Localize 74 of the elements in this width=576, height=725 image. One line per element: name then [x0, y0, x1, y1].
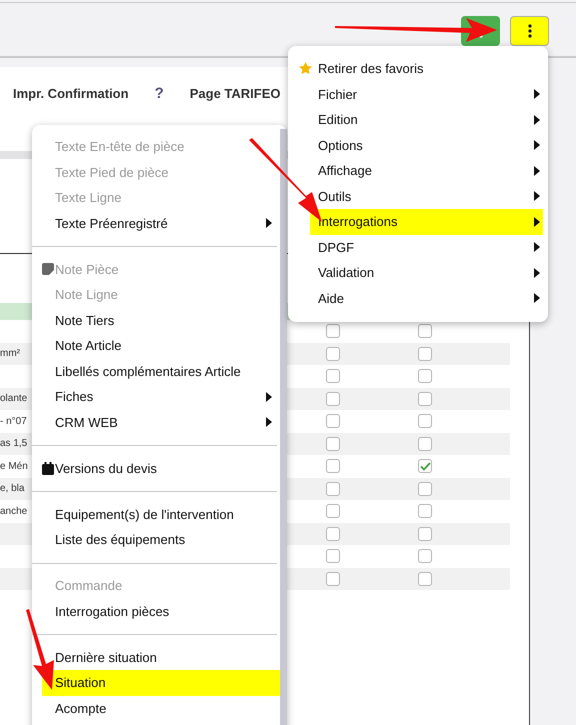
submenu-arrow-icon [266, 392, 272, 402]
menu-item[interactable]: Validation [310, 260, 543, 286]
menu-item[interactable]: Edition [310, 107, 543, 132]
submenu-arrow-icon [266, 417, 272, 428]
submenu-arrow-icon [534, 191, 540, 202]
checkbox[interactable] [418, 414, 432, 428]
star-icon [298, 61, 313, 76]
submenu-arrow-icon [534, 140, 540, 150]
menu-item[interactable]: Dernière situation [42, 644, 280, 670]
submenu-arrow-icon [534, 114, 540, 125]
toolbar-link[interactable]: Impr. Confirmation [13, 86, 129, 100]
menu-item[interactable]: Interrogations [310, 209, 543, 234]
menu-item[interactable]: Aide [310, 286, 543, 311]
menu-item[interactable]: Affichage [310, 158, 543, 184]
checkbox[interactable] [418, 436, 432, 451]
checkbox[interactable] [326, 346, 340, 361]
menu-item[interactable]: CRM WEB [42, 410, 280, 435]
table-cell: anche [0, 506, 28, 517]
menu-item[interactable]: Retirer des favoris [295, 56, 543, 82]
menu-item[interactable]: Situation [42, 670, 280, 696]
submenu-arrow-icon [534, 293, 540, 304]
menu-item[interactable]: Note Article [42, 333, 280, 358]
submenu-arrow-icon [534, 268, 540, 278]
menu-item[interactable]: Note Tiers [42, 308, 280, 333]
menu-item[interactable]: Libellés complémentaires Article [42, 358, 280, 384]
checkbox[interactable] [326, 504, 340, 518]
toolbar-link[interactable]: ? [154, 84, 164, 102]
table-cell: olante [0, 393, 28, 404]
menu-item[interactable]: Fichier [310, 82, 543, 107]
submenu-arrow-icon [534, 242, 540, 252]
checkbox[interactable] [326, 482, 340, 496]
menu-item[interactable]: Options [310, 132, 543, 158]
table-cell: mm² [0, 348, 20, 360]
note-icon [42, 263, 54, 276]
checkbox[interactable] [326, 549, 340, 564]
menu-item[interactable]: Outils [310, 184, 543, 209]
checkbox[interactable] [418, 549, 432, 564]
menu-item[interactable]: Liste des équipements [42, 527, 280, 552]
menu-item[interactable]: Versions du devis [42, 456, 280, 481]
toolbar-link[interactable]: Page TARIFEO [190, 86, 281, 100]
menu-item[interactable]: Acompte [42, 696, 280, 721]
scrollbar[interactable] [280, 129, 287, 725]
checkbox[interactable] [418, 459, 432, 474]
menu-item[interactable]: Texte Préenregistré [42, 210, 280, 236]
table-cell: as 1,5 [0, 438, 28, 450]
submenu-arrow-icon [534, 166, 540, 176]
checkbox[interactable] [326, 392, 340, 406]
checkbox[interactable] [418, 369, 432, 384]
more-button[interactable] [510, 16, 549, 46]
menu-item[interactable]: Interrogation pièces [42, 598, 280, 624]
menu-item[interactable]: DPGF [310, 234, 543, 260]
checkbox[interactable] [418, 392, 432, 406]
submenu-arrow-icon [534, 89, 540, 100]
table-cell: e Mén [0, 460, 28, 472]
checkbox[interactable] [326, 572, 340, 586]
checkbox[interactable] [326, 526, 340, 541]
menu-item[interactable]: Fiches [42, 384, 280, 410]
checkbox[interactable] [326, 436, 340, 451]
checkbox[interactable] [418, 526, 432, 541]
calendar-icon [42, 462, 54, 475]
table-cell: e, bla [0, 483, 24, 494]
menu-item[interactable]: Equipement(s) de l'intervention [42, 502, 280, 527]
checkbox[interactable] [326, 414, 340, 428]
checkbox[interactable] [418, 346, 432, 361]
checkbox[interactable] [326, 369, 340, 384]
table-cell: - n°07 [0, 416, 27, 427]
submenu-arrow-icon [534, 216, 540, 227]
checkbox[interactable] [418, 504, 432, 518]
checkbox[interactable] [418, 572, 432, 586]
checkbox[interactable] [418, 324, 432, 338]
submenu-arrow-icon [266, 218, 272, 228]
checkbox[interactable] [326, 459, 340, 474]
checkbox[interactable] [326, 324, 340, 338]
checkbox[interactable] [418, 482, 432, 496]
